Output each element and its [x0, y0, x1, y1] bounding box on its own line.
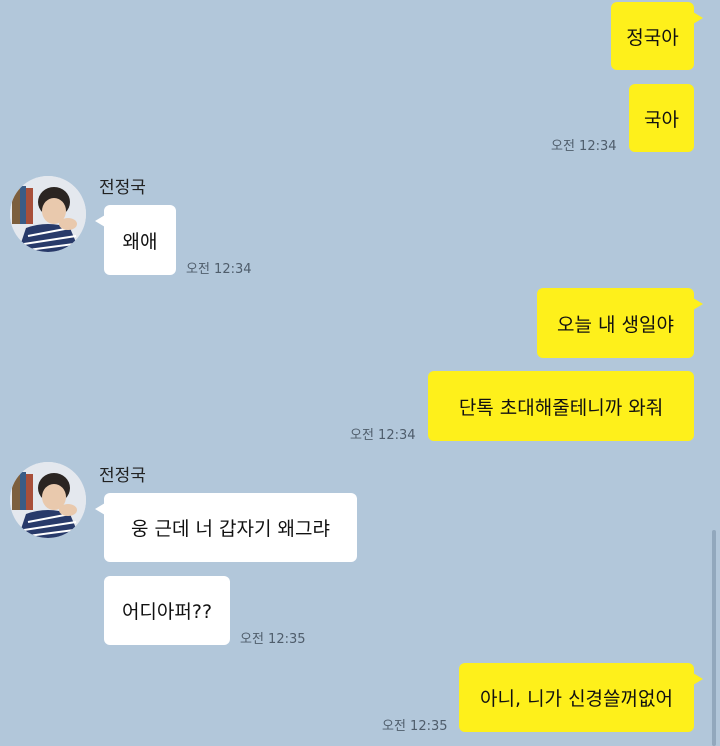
- sender-name: 전정국: [99, 178, 146, 198]
- message-timestamp: 오전 12:34: [350, 428, 416, 443]
- their-message-bubble[interactable]: 웅 근데 너 갑자기 왜그랴: [95, 493, 357, 562]
- my-message-bubble[interactable]: 정국아: [611, 2, 703, 70]
- their-message-bubble[interactable]: 어디아퍼??: [104, 576, 230, 645]
- message-timestamp: 오전 12:35: [382, 719, 448, 734]
- their-message-bubble[interactable]: 왜애: [95, 205, 176, 275]
- message-text: 왜애: [122, 230, 158, 253]
- message-text: 단톡 초대해줄테니까 와줘: [458, 396, 664, 419]
- scrollbar[interactable]: [712, 530, 716, 746]
- message-text: 오늘 내 생일야: [557, 313, 674, 336]
- message-text: 국아: [644, 108, 679, 131]
- message-text: 어디아퍼??: [121, 601, 213, 623]
- my-message-bubble[interactable]: 오늘 내 생일야: [537, 288, 703, 358]
- message-text: 정국아: [626, 26, 679, 49]
- message-timestamp: 오전 12:35: [240, 632, 306, 647]
- my-message-bubble[interactable]: 아니, 니가 신경쓸꺼없어: [459, 663, 703, 732]
- profile-photo: [10, 462, 86, 538]
- message-timestamp: 오전 12:34: [186, 262, 252, 277]
- avatar[interactable]: [10, 176, 86, 252]
- avatar[interactable]: [10, 462, 86, 538]
- message-text: 웅 근데 너 갑자기 왜그랴: [131, 518, 330, 540]
- message-text: 아니, 니가 신경쓸꺼없어: [480, 688, 673, 710]
- my-message-bubble[interactable]: 단톡 초대해줄테니까 와줘: [428, 371, 694, 441]
- profile-photo: [10, 176, 86, 252]
- sender-name: 전정국: [99, 466, 146, 486]
- my-message-bubble[interactable]: 국아: [629, 84, 694, 152]
- message-timestamp: 오전 12:34: [551, 139, 617, 154]
